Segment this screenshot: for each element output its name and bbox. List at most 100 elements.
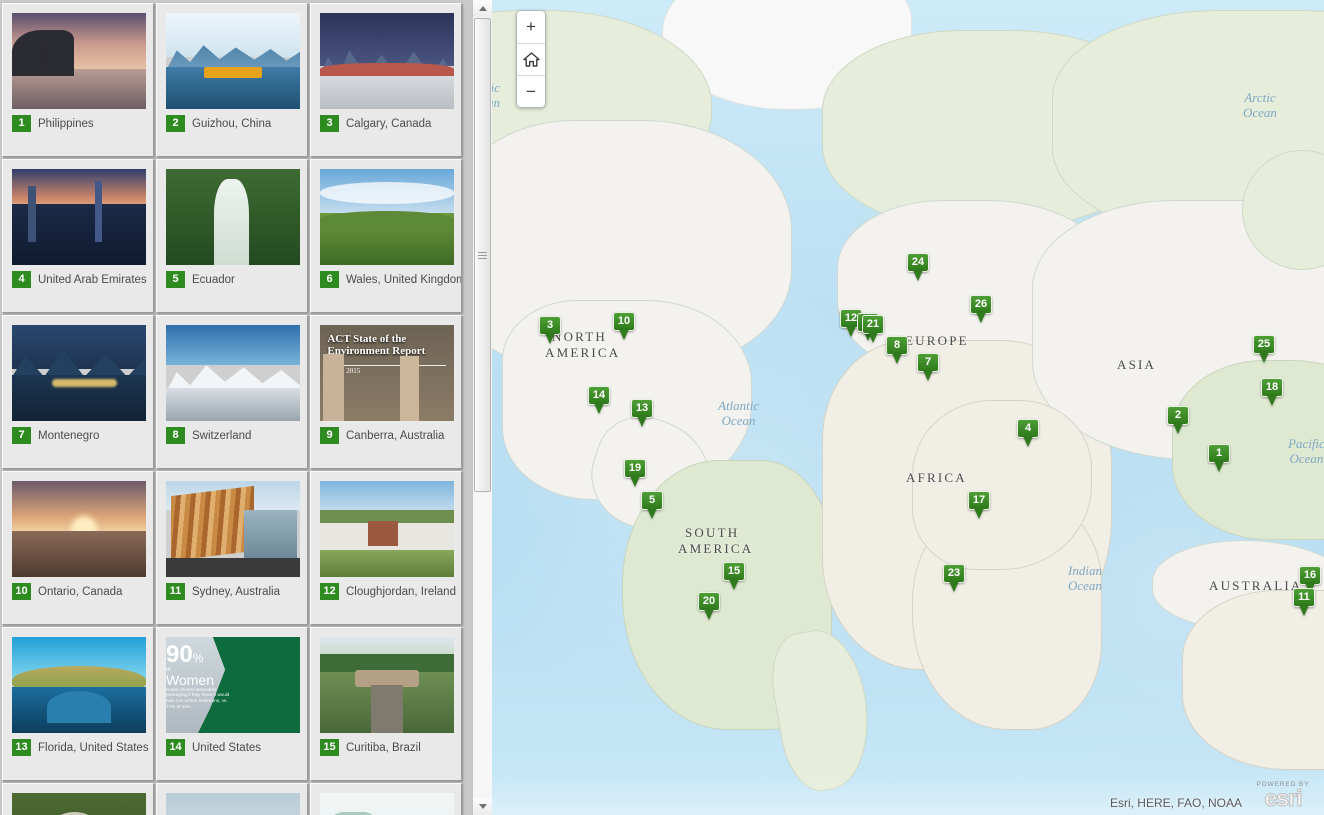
gallery-card[interactable]: 11 Sydney, Australia	[156, 471, 308, 625]
map-marker-pointer-icon	[892, 353, 902, 364]
card-number-badge: 3	[320, 115, 339, 132]
card-thumbnail[interactable]	[12, 637, 146, 733]
continent-label: EUROPE	[905, 333, 969, 348]
card-thumbnail[interactable]	[12, 325, 146, 421]
continent-label: AUSTRALIA	[1209, 578, 1303, 593]
ocean-label: tican	[492, 80, 500, 110]
gallery-card[interactable]: 12 Cloughjordan, Ireland	[310, 471, 462, 625]
map-marker-pointer-icon	[976, 312, 986, 323]
map-marker-pointer-icon	[1259, 352, 1269, 363]
map-marker[interactable]: 4	[1017, 419, 1039, 447]
card-caption: 10 Ontario, Canada	[12, 583, 122, 600]
zoom-in-button[interactable]: +	[517, 11, 545, 43]
map-marker-pointer-icon	[1214, 461, 1224, 472]
card-label: United Arab Emirates	[38, 273, 147, 286]
map-marker[interactable]: 14	[588, 386, 610, 414]
card-label: Wales, United Kingdom	[346, 273, 462, 286]
card-number-badge: 10	[12, 583, 31, 600]
map-marker[interactable]: 7	[917, 353, 939, 381]
gallery-card[interactable]	[156, 783, 308, 815]
map-marker[interactable]: 19	[624, 459, 646, 487]
gallery-card[interactable]: 8 Switzerland	[156, 315, 308, 469]
map-marker[interactable]: 26	[970, 295, 992, 323]
gallery-card[interactable]: 1 Philippines	[2, 3, 154, 157]
gallery-card[interactable]: 7 Montenegro	[2, 315, 154, 469]
map-marker[interactable]: 5	[641, 491, 663, 519]
scroll-down-button[interactable]	[473, 798, 492, 815]
map-marker[interactable]: 11	[1293, 588, 1315, 616]
ocean-label-line: Ocean	[1243, 105, 1277, 120]
map-marker[interactable]: 21	[862, 315, 884, 343]
continent-label: AMERICA	[678, 541, 754, 556]
card-thumbnail[interactable]: ACT State of the Environment Report 2015	[320, 325, 454, 421]
card-thumbnail[interactable]	[166, 793, 300, 815]
gallery-card[interactable]: 10 Ontario, Canada	[2, 471, 154, 625]
map-marker[interactable]: 17	[968, 491, 990, 519]
map-marker[interactable]: 2	[1167, 406, 1189, 434]
gallery-scrollbar[interactable]	[472, 0, 492, 815]
card-thumbnail[interactable]	[320, 169, 454, 265]
map-marker[interactable]: 25	[1253, 335, 1275, 363]
gallery-card[interactable]: 2 Guizhou, China	[156, 3, 308, 157]
gallery-card[interactable]: 15 Curitiba, Brazil	[310, 627, 462, 781]
ocean-label-line: Ocean	[721, 413, 756, 428]
card-label: Canberra, Australia	[346, 429, 445, 442]
card-thumbnail[interactable]	[320, 793, 454, 815]
map-marker-pointer-icon	[704, 609, 714, 620]
gallery-card[interactable]: 13 Florida, United States	[2, 627, 154, 781]
gallery-scroll-region[interactable]: 1 Philippines 2 Guizhou, China 3 Calgary, C…	[0, 0, 472, 815]
zoom-out-button[interactable]: −	[517, 75, 545, 107]
card-thumbnail[interactable]	[12, 481, 146, 577]
map-marker-pointer-icon	[1267, 395, 1277, 406]
card-thumbnail[interactable]	[320, 481, 454, 577]
ocean-label-line: Arctic	[1244, 90, 1276, 105]
scrollbar-grip-icon	[478, 250, 487, 261]
gallery-card[interactable]: 4 United Arab Emirates	[2, 159, 154, 313]
gallery-card[interactable]: 90% of Women would choose renewable pack…	[156, 627, 308, 781]
gallery-card[interactable]: 6 Wales, United Kingdom	[310, 159, 462, 313]
gallery-card[interactable]: 3 Calgary, Canada	[310, 3, 462, 157]
map-marker[interactable]: 10	[613, 312, 635, 340]
card-thumbnail[interactable]	[166, 325, 300, 421]
card-caption: 7 Montenegro	[12, 427, 99, 444]
map-marker[interactable]: 8	[886, 336, 908, 364]
card-label: United States	[192, 741, 262, 754]
scroll-up-button[interactable]	[473, 0, 492, 17]
card-thumbnail[interactable]	[166, 481, 300, 577]
gallery-card[interactable]	[310, 783, 462, 815]
card-number-badge: 4	[12, 271, 31, 288]
home-button[interactable]	[517, 43, 545, 75]
map-marker[interactable]: 1	[1208, 444, 1230, 472]
map-marker[interactable]: 15	[723, 562, 745, 590]
card-thumbnail[interactable]	[12, 793, 146, 815]
card-thumbnail[interactable]: 90% of Women would choose renewable pack…	[166, 637, 300, 733]
map-marker[interactable]: 23	[943, 564, 965, 592]
map-marker[interactable]: 18	[1261, 378, 1283, 406]
card-thumbnail[interactable]	[320, 13, 454, 109]
map-marker[interactable]: 20	[698, 592, 720, 620]
map-marker-pointer-icon	[868, 332, 878, 343]
card-thumbnail[interactable]	[12, 169, 146, 265]
card-label: Switzerland	[192, 429, 252, 442]
card-caption: 13 Florida, United States	[12, 739, 149, 756]
map-marker[interactable]: 13	[631, 399, 653, 427]
gallery-grid: 1 Philippines 2 Guizhou, China 3 Calgary, C…	[2, 3, 472, 815]
card-thumbnail[interactable]	[166, 169, 300, 265]
map-marker[interactable]: 24	[907, 253, 929, 281]
card-caption: 15 Curitiba, Brazil	[320, 739, 421, 756]
gallery-card[interactable]: ACT State of the Environment Report 2015 …	[310, 315, 462, 469]
card-thumbnail[interactable]	[12, 13, 146, 109]
map-marker[interactable]: 3	[539, 316, 561, 344]
world-map[interactable]: NORTH AMERICA SOUTH AMERICA EUROPE AFRICA ASIA…	[492, 0, 1324, 815]
card-thumbnail[interactable]	[320, 637, 454, 733]
ocean-label-line: Ocean	[1068, 578, 1102, 593]
card-label: Philippines	[38, 117, 94, 130]
gallery-card[interactable]: 5 Ecuador	[156, 159, 308, 313]
scrollbar-thumb[interactable]	[474, 18, 491, 492]
gallery-card[interactable]	[2, 783, 154, 815]
card-thumbnail[interactable]	[166, 13, 300, 109]
ocean-label: Pacific Ocean	[1288, 436, 1324, 466]
scrollbar-track[interactable]	[473, 494, 492, 798]
card-label: Ecuador	[192, 273, 235, 286]
zoom-controls[interactable]: + −	[516, 10, 546, 108]
